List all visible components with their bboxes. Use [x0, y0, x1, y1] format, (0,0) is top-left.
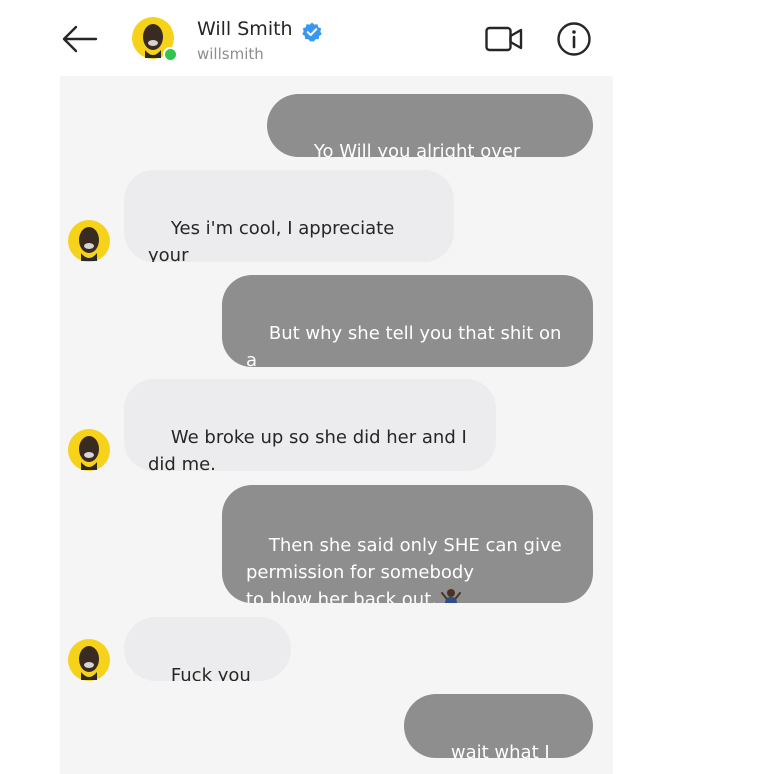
sender-avatar[interactable] [67, 428, 111, 472]
message-text: Then she said only SHE can give permissi… [246, 535, 562, 603]
message-text: Fuck you 50 [170, 665, 251, 681]
chat-window: Will Smith willsmith Yo Will you alright… [60, 0, 613, 774]
sender-avatar[interactable] [67, 638, 111, 682]
incoming-message[interactable]: Fuck you 50 [124, 617, 291, 681]
chat-header: Will Smith willsmith [60, 0, 613, 76]
contact-name[interactable]: Will Smith [197, 18, 293, 40]
verified-badge-icon [302, 22, 322, 42]
outgoing-message[interactable]: wait what I do? [404, 694, 593, 758]
message-text: But why she tell you that shit on a show… [246, 323, 562, 367]
contact-username: willsmith [197, 45, 264, 63]
online-status-dot [163, 47, 178, 62]
message-text: Yo Will you alright over there? [313, 141, 521, 157]
outgoing-message[interactable]: Yo Will you alright over there? [267, 94, 593, 157]
message-text: We broke up so she did her and I did me. [148, 427, 467, 471]
person-shrugging-icon [440, 589, 461, 603]
video-call-icon[interactable] [485, 26, 523, 52]
outgoing-message[interactable]: Then she said only SHE can give permissi… [222, 485, 593, 603]
info-icon[interactable] [556, 21, 592, 57]
outgoing-message[interactable]: But why she tell you that shit on a show… [222, 275, 593, 367]
back-arrow-icon[interactable] [60, 22, 98, 56]
message-text: Yes i'm cool, I appreciate your concern … [148, 218, 395, 262]
incoming-message[interactable]: Yes i'm cool, I appreciate your concern … [124, 170, 454, 262]
sender-avatar[interactable] [67, 219, 111, 263]
incoming-message[interactable]: We broke up so she did her and I did me. [124, 379, 496, 471]
message-text: wait what I do? [450, 742, 550, 758]
